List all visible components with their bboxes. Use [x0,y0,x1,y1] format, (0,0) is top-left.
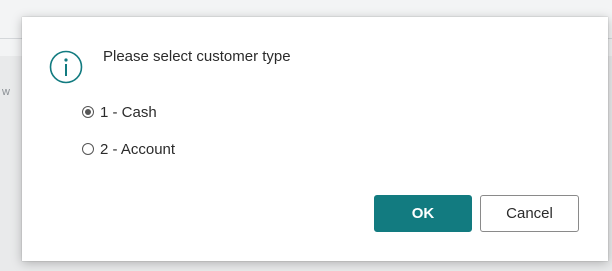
option-cash-label: 1 - Cash [100,103,157,121]
select-customer-type-dialog: Please select customer type 1 - Cash 2 -… [22,17,608,261]
option-account[interactable]: 2 - Account [82,140,175,158]
background-text-fragment-left: w [2,86,10,98]
ok-button[interactable]: OK [374,195,472,232]
option-account-label: 2 - Account [100,140,176,158]
radio-cash[interactable] [82,106,94,118]
option-cash[interactable]: 1 - Cash [82,103,157,121]
radio-account[interactable] [82,143,94,155]
dialog-message: Please select customer type [103,48,291,65]
info-icon [49,50,83,84]
cancel-button[interactable]: Cancel [480,195,579,232]
